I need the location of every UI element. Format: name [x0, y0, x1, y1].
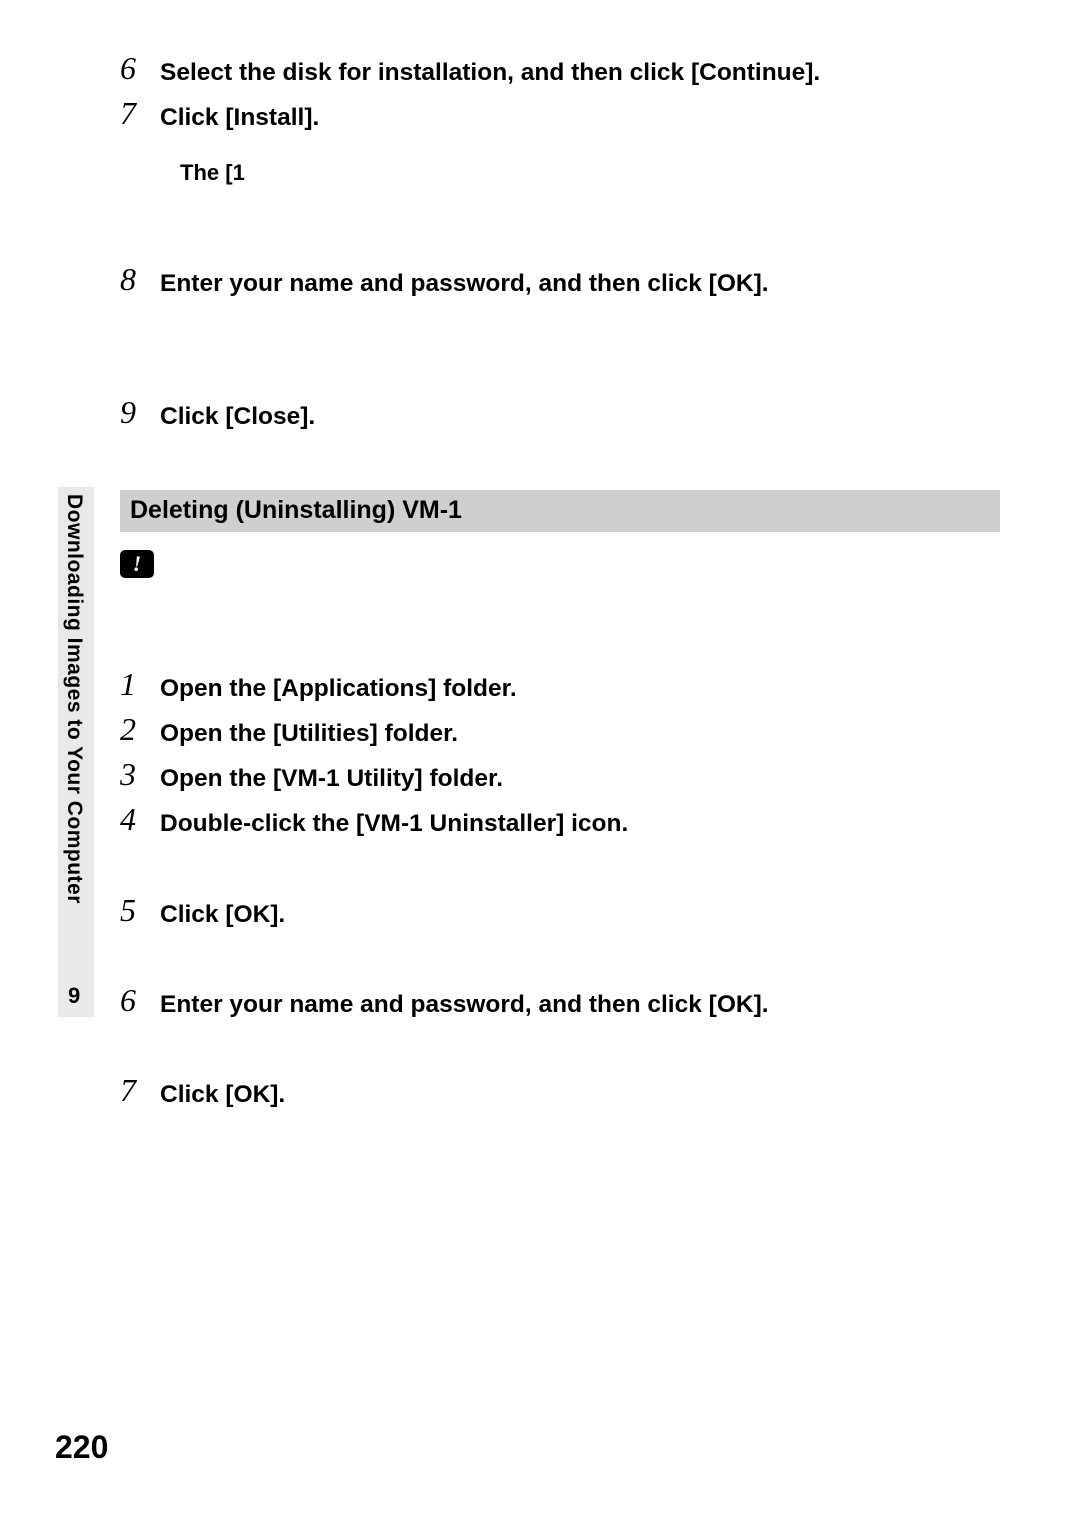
step-text: Enter your name and password, and then c… [160, 982, 769, 1021]
sub-after-9: This completes the installation. [160, 439, 1000, 466]
step-number: 5 [120, 892, 160, 926]
step-number: 4 [120, 801, 160, 835]
caution-title: Caution [166, 546, 1000, 572]
uninstall-step-2: 2 Open the [Utilities] folder. [120, 711, 1000, 750]
sub-line-1: The [1 item remaining to be installed] w… [180, 160, 1000, 186]
step-number: 9 [120, 394, 160, 428]
section-heading: Deleting (Uninstalling) VM-1 [120, 490, 1000, 532]
uninstall-step-3: 3 Open the [VM-1 Utility] folder. [120, 756, 1000, 795]
uninstall-step-7: 7 Click [OK]. [120, 1072, 1000, 1111]
step-text: Open the [Utilities] folder. [160, 711, 458, 750]
step-text: Select the disk for installation, and th… [160, 50, 820, 89]
step-text: Open the [Applications] folder. [160, 666, 517, 705]
uninstall-step-1: 1 Open the [Applications] folder. [120, 666, 1000, 705]
sub-leading: The [ [180, 160, 233, 185]
sub-line-2: After a while, the [Authenticate] window… [160, 216, 1000, 243]
caution-body: When you no longer need VM-1, follow the… [166, 574, 1000, 630]
sub-after-u5: The [Authenticate] window appears. [160, 937, 1000, 964]
install-step-8: 8 Enter your name and password, and then… [120, 261, 1000, 300]
step-text: Click [Install]. [160, 95, 319, 134]
sub-after-8: The [Install Software] window appears. F… [160, 306, 1000, 360]
step-text: Double-click the [VM-1 Uninstaller] icon… [160, 801, 628, 840]
caution-icon: ! [120, 550, 154, 578]
uninstall-step-6: 6 Enter your name and password, and then… [120, 982, 1000, 1021]
step-text: Click [OK]. [160, 892, 285, 931]
sub-after-u4: The uninstall confirmation dialog appear… [160, 847, 1000, 874]
step-number: 6 [120, 50, 160, 84]
sub-bold-1: 1 [233, 160, 245, 185]
step-text: Open the [VM-1 Utility] folder. [160, 756, 503, 795]
step-text: Enter your name and password, and then c… [160, 261, 769, 300]
step-number: 7 [120, 95, 160, 129]
uninstall-step-5: 5 Click [OK]. [120, 892, 1000, 931]
install-step-9: 9 Click [Close]. [120, 394, 1000, 433]
uninstall-step-4: 4 Double-click the [VM-1 Uninstaller] ic… [120, 801, 1000, 840]
step-number: 8 [120, 261, 160, 295]
step-number: 1 [120, 666, 160, 700]
step-number: 2 [120, 711, 160, 745]
caution-block: ! Caution When you no longer need VM-1, … [120, 546, 1000, 630]
step-text: Click [Close]. [160, 394, 315, 433]
install-step-6: 6 Select the disk for installation, and … [120, 50, 1000, 89]
step-number: 6 [120, 982, 160, 1016]
install-step-7: 7 Click [Install]. [120, 95, 1000, 134]
sub-after-u7: This completes the uninstallation. [160, 1117, 1000, 1144]
step-number: 7 [120, 1072, 160, 1106]
sub-after-u6: Uninstallation starts. A message is disp… [160, 1027, 1000, 1054]
sub-trailing: item remaining to be installed] window a… [245, 160, 752, 185]
step-text: Click [OK]. [160, 1072, 285, 1111]
step-number: 3 [120, 756, 160, 790]
